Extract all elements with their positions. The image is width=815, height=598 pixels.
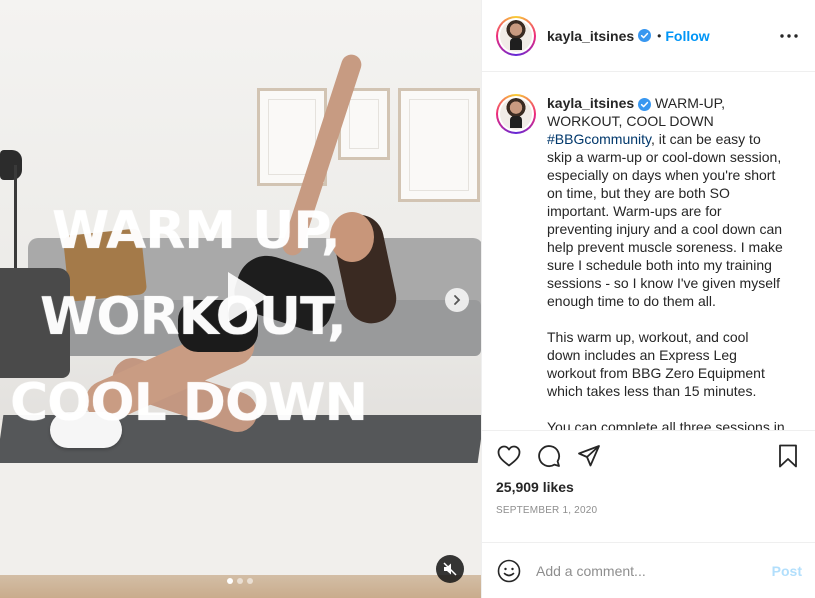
hashtag-link[interactable]: #BBGcommunity <box>547 131 651 147</box>
likes-count[interactable]: 25,909 likes <box>496 479 801 495</box>
lamp <box>0 150 22 180</box>
instagram-post: WARM UP, WORKOUT, COOL DOWN kayla_itsine… <box>0 0 815 598</box>
caption-paragraph: kayla_itsines WARM-UP, WORKOUT, COOL DOW… <box>547 94 785 310</box>
more-options-icon[interactable] <box>777 24 801 48</box>
post-side-panel: kayla_itsines • Follow kayla_itsines WAR… <box>481 0 815 598</box>
post-header: kayla_itsines • Follow <box>482 0 815 72</box>
post-date: September 1, 2020 <box>496 505 598 516</box>
comment-bubble-icon[interactable] <box>536 443 562 469</box>
follow-button[interactable]: Follow <box>665 28 709 44</box>
bookmark-icon[interactable] <box>775 443 801 469</box>
caption-body: , it can be easy to skip a warm-up or co… <box>547 131 783 309</box>
caption-avatar[interactable] <box>496 94 536 134</box>
play-icon[interactable] <box>208 262 278 332</box>
comment-input[interactable] <box>536 562 772 579</box>
caption-username[interactable]: kayla_itsines <box>547 95 634 111</box>
caption-text: kayla_itsines WARM-UP, WORKOUT, COOL DOW… <box>547 94 785 430</box>
chevron-right-icon[interactable] <box>445 288 469 312</box>
header-separator: • <box>657 28 662 43</box>
carousel-dot <box>237 578 243 584</box>
paper-plane-icon[interactable] <box>576 443 602 469</box>
action-icon-row <box>496 441 801 471</box>
caption-section: kayla_itsines WARM-UP, WORKOUT, COOL DOW… <box>482 72 815 430</box>
caption-paragraph-3: You can complete all three sessions in u… <box>547 419 785 430</box>
emoji-smile-icon[interactable] <box>496 558 522 584</box>
header-username[interactable]: kayla_itsines <box>547 28 634 44</box>
muted-speaker-icon[interactable] <box>436 555 464 583</box>
caption-paragraph-2: This warm up, workout, and cool down inc… <box>547 329 765 399</box>
rug <box>0 445 481 575</box>
avatar[interactable] <box>496 15 536 56</box>
post-comment-button[interactable]: Post <box>772 563 802 579</box>
post-actions: 25,909 likes September 1, 2020 Post <box>482 430 815 598</box>
avatar-image <box>500 19 532 52</box>
post-media[interactable]: WARM UP, WORKOUT, COOL DOWN <box>0 0 481 598</box>
carousel-indicator <box>227 578 253 584</box>
carousel-dot-active <box>227 578 233 584</box>
verified-badge-icon <box>638 97 652 111</box>
comment-bar: Post <box>482 542 815 598</box>
wall-art-frame <box>398 88 480 202</box>
heart-icon[interactable] <box>496 443 522 469</box>
verified-badge-icon <box>638 29 652 42</box>
carousel-dot <box>247 578 253 584</box>
overlay-line-3: COOL DOWN <box>10 373 368 433</box>
